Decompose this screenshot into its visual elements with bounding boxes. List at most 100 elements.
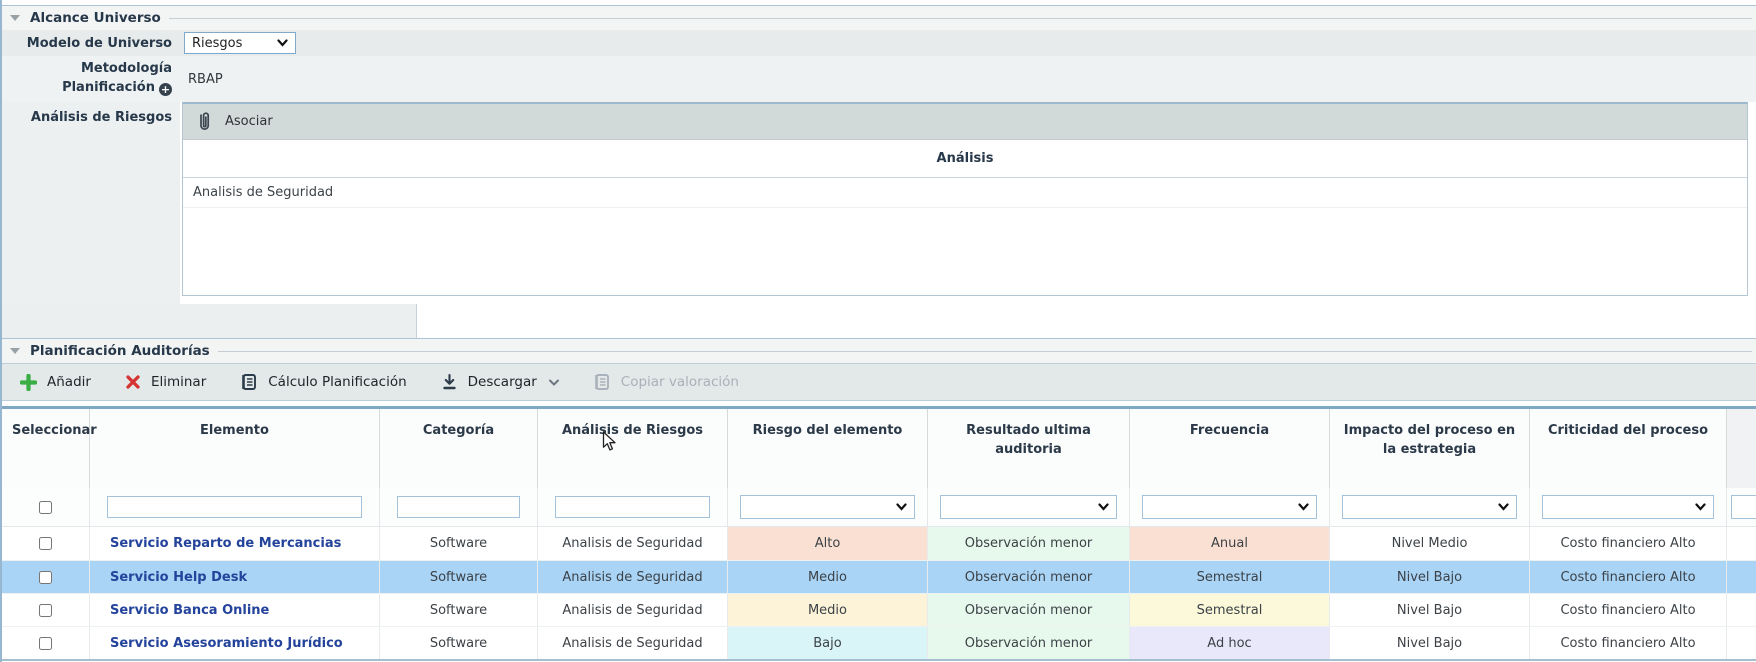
filter-select-partial[interactable] [1731,495,1756,519]
filter-input-analisis[interactable] [555,496,710,518]
metodologia-value: RBAP [188,72,223,87]
section-rule [218,351,1752,352]
row-riesgo-cell: Bajo [728,627,928,659]
row-resultado-cell: Observación menor [928,561,1130,593]
header-riesgo-elemento: Riesgo del elemento [728,409,928,488]
row-categoria-cell: Software [380,627,538,659]
row-resultado-cell: Observación menor [928,594,1130,626]
row-frecuencia-cell: Semestral [1130,594,1330,626]
row-checkbox[interactable] [39,571,52,584]
filter-input-elemento[interactable] [107,496,362,518]
notebook-icon-disabled [593,373,611,391]
planning-toolbar: Añadir Eliminar Cálculo Planificación De… [2,363,1756,401]
select-all-checkbox[interactable] [39,501,52,514]
calc-planning-button[interactable]: Cálculo Planificación [240,373,406,391]
table-row: Servicio Asesoramiento Jurídico Software… [2,626,1756,659]
filter-select-impacto[interactable] [1342,495,1517,519]
filter-select-frecuencia[interactable] [1142,495,1317,519]
row-riesgo-cell: Alto [728,527,928,560]
table-row: Servicio Help Desk Software Analisis de … [2,560,1756,593]
row-elemento-cell: Servicio Reparto de Mercancias [90,527,380,560]
section-rule [169,18,1752,19]
filter-input-categoria[interactable] [397,496,520,518]
collapse-triangle-icon[interactable] [10,348,20,354]
filter-select-resultado[interactable] [940,495,1117,519]
download-button-label: Descargar [468,374,537,390]
row-elemento-cell: Servicio Banca Online [90,594,380,626]
metodologia-label-line2: Planificación [62,80,155,95]
filter-cell-elemento [90,488,380,526]
calc-planning-label: Cálculo Planificación [268,374,406,390]
add-button-label: Añadir [47,374,91,390]
table-row: Servicio Reparto de Mercancias Software … [2,527,1756,560]
row-riesgo-cell: Medio [728,594,928,626]
section-title: Alcance Universo [30,10,161,26]
row-checkbox[interactable] [39,637,52,650]
row-elemento-cell: Servicio Help Desk [90,561,380,593]
copy-valuation-label: Copiar valoración [621,374,739,390]
row-checkbox[interactable] [39,537,52,550]
row-select-cell [2,594,90,626]
planning-header-row: Seleccionar Elemento Categoría Análisis … [2,406,1756,488]
analysis-row[interactable]: Analisis de Seguridad [183,178,1747,208]
paperclip-icon [197,111,212,132]
row-analisis-cell: Analisis de Seguridad [538,594,728,626]
form-row-analisis-riesgos: Análisis de Riesgos Asociar Análisis Ana… [2,102,1756,304]
row-select-cell [2,527,90,560]
copy-valuation-button[interactable]: Copiar valoración [593,373,739,391]
row-impacto-cell: Nivel Medio [1330,527,1530,560]
header-frecuencia: Frecuencia [1130,409,1330,488]
filter-cell-analisis [538,488,728,526]
notebook-icon [240,373,258,391]
table-row: Servicio Banca Online Software Analisis … [2,593,1756,626]
row-resultado-cell: Observación menor [928,527,1130,560]
planning-rows: Servicio Reparto de Mercancias Software … [2,527,1756,659]
row-link[interactable]: Servicio Help Desk [110,570,247,585]
row-link[interactable]: Servicio Asesoramiento Jurídico [110,636,343,651]
header-elemento: Elemento [90,409,380,488]
add-button[interactable]: Añadir [20,374,91,391]
planning-filter-row [2,488,1756,527]
analysis-table-header: Análisis [183,140,1747,178]
row-checkbox[interactable] [39,604,52,617]
row-select-cell [2,627,90,659]
row-impacto-cell: Nivel Bajo [1330,561,1530,593]
download-button[interactable]: Descargar [441,373,559,391]
row-select-cell [2,561,90,593]
header-impacto-estrategia: Impacto del proceso en la estrategia [1330,409,1530,488]
filter-cell-resultado [928,488,1130,526]
metodologia-label-line1: Metodología [81,61,172,76]
row-frecuencia-cell: Ad hoc [1130,627,1330,659]
row-impacto-cell: Nivel Bajo [1330,594,1530,626]
row-resultado-cell: Observación menor [928,627,1130,659]
filter-select-riesgo[interactable] [740,495,915,519]
row-partial-cell [1727,527,1756,560]
plus-icon [20,374,37,391]
row-elemento-cell: Servicio Asesoramiento Jurídico [90,627,380,659]
x-icon [125,374,141,390]
row-link[interactable]: Servicio Banca Online [110,603,269,618]
download-icon [441,373,458,391]
filter-cell-impacto [1330,488,1530,526]
row-criticidad-cell: Costo financiero Alto [1530,627,1727,659]
filter-cell-criticidad [1530,488,1727,526]
dropdown-chevron-icon[interactable] [549,379,559,386]
asociar-button[interactable]: Asociar [225,114,273,129]
row-frecuencia-cell: Anual [1130,527,1330,560]
header-resultado-auditoria: Resultado ultima auditoria [928,409,1130,488]
asociar-toolbar: Asociar [183,104,1747,140]
row-link[interactable]: Servicio Reparto de Mercancias [110,536,341,551]
modelo-universo-select[interactable]: Riesgos [184,32,296,54]
filter-select-criticidad[interactable] [1542,495,1714,519]
filter-cell-partial [1727,488,1756,526]
collapse-triangle-icon[interactable] [10,15,20,21]
modelo-selected-value: Riesgos [192,36,242,51]
row-criticidad-cell: Costo financiero Alto [1530,527,1727,560]
info-plus-icon[interactable]: + [159,83,172,96]
filter-cell-riesgo [728,488,928,526]
delete-button-label: Eliminar [151,374,206,390]
delete-button[interactable]: Eliminar [125,374,206,390]
planning-table: Seleccionar Elemento Categoría Análisis … [2,406,1756,661]
filter-cell-select-all [2,488,90,526]
header-analisis-riesgos: Análisis de Riesgos [538,409,728,488]
